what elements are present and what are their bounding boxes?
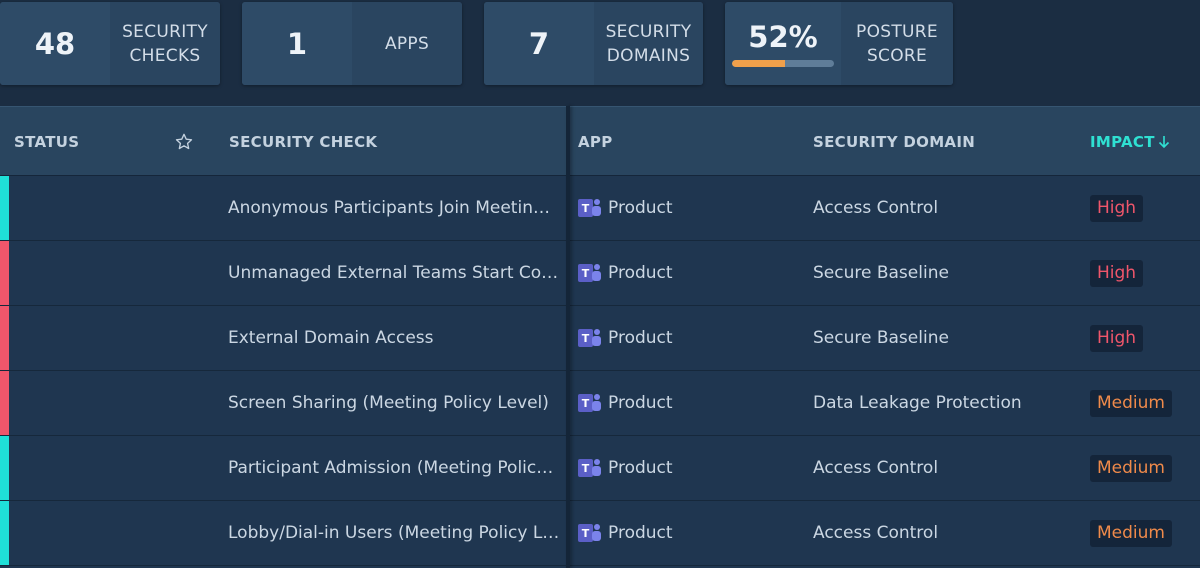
security-domain: Access Control (813, 198, 939, 218)
app-cell: T Product (578, 371, 673, 435)
table-header: STATUS SECURITY CHECK APP SECURITY DOMAI… (0, 106, 1200, 176)
security-domain: Secure Baseline (813, 263, 949, 283)
security-checks-table: STATUS SECURITY CHECK APP SECURITY DOMAI… (0, 106, 1200, 568)
column-header-security-domain[interactable]: SECURITY DOMAIN (813, 107, 975, 177)
table-row[interactable]: Lobby/Dial-in Users (Meeting Policy L… T… (0, 501, 1200, 566)
app-name: Product (608, 523, 673, 543)
app-cell: T Product (578, 306, 673, 370)
app-cell: T Product (578, 176, 673, 240)
arrow-down-icon (1158, 135, 1170, 149)
stat-card-posture-score[interactable]: 52% POSTURE SCORE (725, 2, 953, 85)
impact-badge: High (1090, 259, 1144, 287)
app-name: Product (608, 393, 673, 413)
column-header-impact[interactable]: IMPACT (1090, 107, 1170, 177)
stat-card-security-domains[interactable]: 7 SECURITY DOMAINS (484, 2, 703, 85)
status-indicator (0, 241, 9, 305)
security-domain: Data Leakage Protection (813, 393, 1022, 413)
stat-label: APPS (352, 2, 462, 85)
app-cell: T Product (578, 501, 673, 565)
impact-cell: High (1090, 176, 1144, 240)
security-check-name[interactable]: Lobby/Dial-in Users (Meeting Policy L… (228, 501, 558, 565)
security-check-name[interactable]: External Domain Access (228, 306, 558, 370)
impact-cell: Medium (1090, 501, 1172, 565)
posture-score: 52% (725, 2, 841, 85)
star-icon[interactable] (174, 107, 194, 177)
teams-icon: T (578, 393, 602, 413)
stat-value: 1 (242, 2, 352, 85)
stat-card-apps[interactable]: 1 APPS (242, 2, 462, 85)
impact-badge: Medium (1090, 389, 1172, 417)
status-indicator (0, 371, 9, 435)
stat-value: 52% (748, 20, 818, 54)
stat-label: SECURITY DOMAINS (594, 2, 703, 85)
app-name: Product (608, 458, 673, 478)
status-indicator (0, 176, 9, 240)
impact-badge: Medium (1090, 519, 1172, 547)
impact-cell: High (1090, 241, 1144, 305)
status-indicator (0, 501, 9, 565)
frozen-column-divider[interactable] (566, 106, 570, 568)
table-row[interactable]: Participant Admission (Meeting Polic… T … (0, 436, 1200, 501)
teams-icon: T (578, 458, 602, 478)
column-header-impact-label: IMPACT (1090, 133, 1155, 151)
stat-value: 7 (484, 2, 594, 85)
stat-label: POSTURE SCORE (841, 2, 953, 85)
stat-card-security-checks[interactable]: 48 SECURITY CHECKS (0, 2, 220, 85)
security-domain: Access Control (813, 523, 939, 543)
app-name: Product (608, 198, 673, 218)
security-domain: Secure Baseline (813, 328, 949, 348)
table-row[interactable]: Unmanaged External Teams Start Co… T Pro… (0, 241, 1200, 306)
posture-score-bar (732, 60, 834, 67)
impact-badge: High (1090, 324, 1144, 352)
column-header-app[interactable]: APP (578, 107, 613, 177)
posture-score-bar-fill (732, 60, 786, 67)
table-row[interactable]: Screen Sharing (Meeting Policy Level) T … (0, 371, 1200, 436)
security-check-name[interactable]: Anonymous Participants Join Meetin… (228, 176, 558, 240)
impact-badge: Medium (1090, 454, 1172, 482)
teams-icon: T (578, 328, 602, 348)
stat-value: 48 (0, 2, 110, 85)
teams-icon: T (578, 263, 602, 283)
impact-badge: High (1090, 194, 1144, 222)
stat-label: SECURITY CHECKS (110, 2, 220, 85)
security-check-name[interactable]: Unmanaged External Teams Start Co… (228, 241, 558, 305)
impact-cell: Medium (1090, 436, 1172, 500)
security-check-name[interactable]: Screen Sharing (Meeting Policy Level) (228, 371, 558, 435)
app-cell: T Product (578, 241, 673, 305)
app-cell: T Product (578, 436, 673, 500)
security-domain: Access Control (813, 458, 939, 478)
security-check-name[interactable]: Participant Admission (Meeting Polic… (228, 436, 558, 500)
table-row[interactable]: Anonymous Participants Join Meetin… T Pr… (0, 176, 1200, 241)
status-indicator (0, 436, 9, 500)
column-header-security-check[interactable]: SECURITY CHECK (229, 107, 377, 177)
teams-icon: T (578, 198, 602, 218)
status-indicator (0, 306, 9, 370)
app-name: Product (608, 328, 673, 348)
app-name: Product (608, 263, 673, 283)
column-header-status[interactable]: STATUS (14, 107, 79, 177)
impact-cell: High (1090, 306, 1144, 370)
impact-cell: Medium (1090, 371, 1172, 435)
table-row[interactable]: External Domain Access T Product Secure … (0, 306, 1200, 371)
teams-icon: T (578, 523, 602, 543)
